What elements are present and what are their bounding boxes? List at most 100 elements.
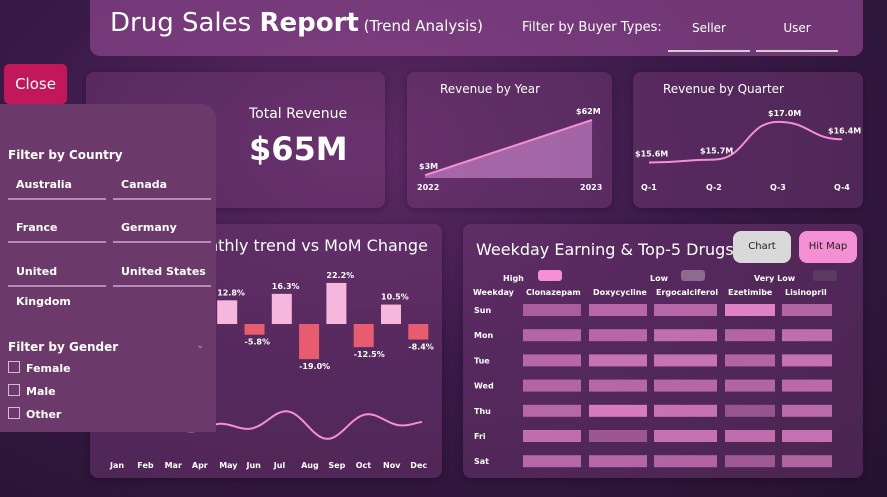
x-tick-label: Jun [246,461,262,470]
heat-cell [654,329,717,342]
heat-cell [523,304,581,316]
bar-label: -19.0% [299,362,330,371]
drug-header: Clonazepam [526,288,581,297]
page-title: Drug Sales Report (Trend Analysis) [110,8,483,38]
buyer-seller-button[interactable]: Seller [668,14,750,52]
title-bold: Report [259,8,359,38]
legend-swatch [681,270,705,281]
bar-jul [271,293,292,324]
bar-dec [408,324,429,340]
heat-cell [654,404,717,417]
data-label: $3M [419,162,438,171]
day-label: Tue [474,356,490,365]
heat-cell [589,354,647,367]
chart-button[interactable]: Chart [733,231,791,263]
buyer-filter-label: Filter by Buyer Types: [522,20,662,35]
gender-female[interactable]: Female [8,361,71,375]
data-label: $15.7M [700,147,733,156]
x-tick-label: Sep [328,461,345,470]
day-label: Thu [474,407,491,416]
close-button[interactable]: Close [4,64,67,104]
hitmap-button[interactable]: Hit Map [799,231,857,263]
country-france[interactable]: France [8,213,106,243]
kpi-value: $65M [249,130,348,168]
title-text: Drug Sales [110,8,260,38]
heat-cell [725,354,775,367]
heat-cell [654,354,717,367]
heat-cell [782,455,832,468]
bar-may [217,300,238,324]
bar-nov [381,304,401,324]
x-tick-label: 2023 [580,183,602,192]
country-united-states[interactable]: United States [113,257,211,287]
heat-cell [654,379,717,392]
kpi-label: Total Revenue [249,106,348,122]
x-tick-label: Feb [137,461,154,470]
checkbox-icon[interactable] [8,384,20,396]
x-tick-label: Oct [356,461,372,470]
gender-filter-heading: Filter by Gender [8,340,119,354]
revenue-by-quarter-card: Revenue by Quarter $15.6M $15.7M $17.0M $16… [633,72,863,208]
country-australia[interactable]: Australia [8,170,106,200]
x-tick-label: Apr [192,461,208,470]
drug-header: Ezetimibe [728,288,773,297]
heat-cell [782,430,832,442]
x-tick-label: Dec [410,461,427,470]
country-united-kingdom[interactable]: United Kingdom [8,257,106,308]
heat-cell [523,329,581,342]
bar-label: 16.3% [272,282,300,291]
heat-cell [782,404,832,417]
bar-aug [299,324,320,360]
day-label: Mon [474,331,493,340]
drug-header: Doxycycline [593,288,647,297]
data-label: $15.6M [635,150,668,159]
heat-cell [523,379,581,392]
heat-cell [589,455,647,468]
heat-cell [589,304,647,316]
report-header: Drug Sales Report (Trend Analysis) Filte… [90,0,863,56]
heat-cell [725,404,775,417]
gender-other[interactable]: Other [8,407,61,421]
checkbox-icon[interactable] [8,361,20,373]
x-tick-label: 2022 [417,183,439,192]
heat-cell [782,304,832,316]
legend-label: Low [650,274,669,283]
buyer-user-button[interactable]: User [756,14,838,52]
heat-cell [589,404,647,417]
checkbox-icon[interactable] [8,407,20,419]
bar-jun [244,324,265,335]
gender-male[interactable]: Male [8,384,56,398]
heat-cell [654,430,717,442]
data-label: $16.4M [828,126,861,135]
heat-cell [725,304,775,316]
chevron-down-icon[interactable]: ⌄ [196,340,204,351]
x-tick-label: Q-4 [834,183,850,192]
gender-label: Other [26,408,62,421]
heat-cell [782,329,832,342]
legend-swatch [538,270,562,281]
filter-panel: Filter by Country Australia Canada Franc… [0,104,216,432]
country-germany[interactable]: Germany [113,213,211,243]
quarter-line [648,120,843,164]
bar-oct [353,324,374,348]
legend-label: High [503,274,524,283]
heat-cell [523,430,581,442]
revenue-quarter-chart: $15.6M $15.7M $17.0M $16.4M Q-1 Q-2 Q-3 Q-4 [635,109,861,192]
gender-label: Male [26,385,56,398]
revenue-year-chart: $3M $62M 2022 2023 [417,107,602,192]
bar-label: -12.5% [354,350,385,359]
x-tick-label: Jul [273,461,286,470]
gender-label: Female [26,362,71,375]
heat-cell [725,455,775,468]
heat-cell [725,329,775,342]
x-tick-label: Jan [109,461,124,470]
data-label: $62M [576,107,601,116]
country-canada[interactable]: Canada [113,170,211,200]
bar-label: 22.2% [326,271,354,280]
heat-cell [523,404,581,417]
drug-header: Ergocalciferol [656,288,718,297]
day-label: Sat [474,457,489,466]
bar-label: 10.5% [381,293,409,302]
x-tick-label: Q-1 [641,183,657,192]
day-label: Sun [474,306,491,315]
